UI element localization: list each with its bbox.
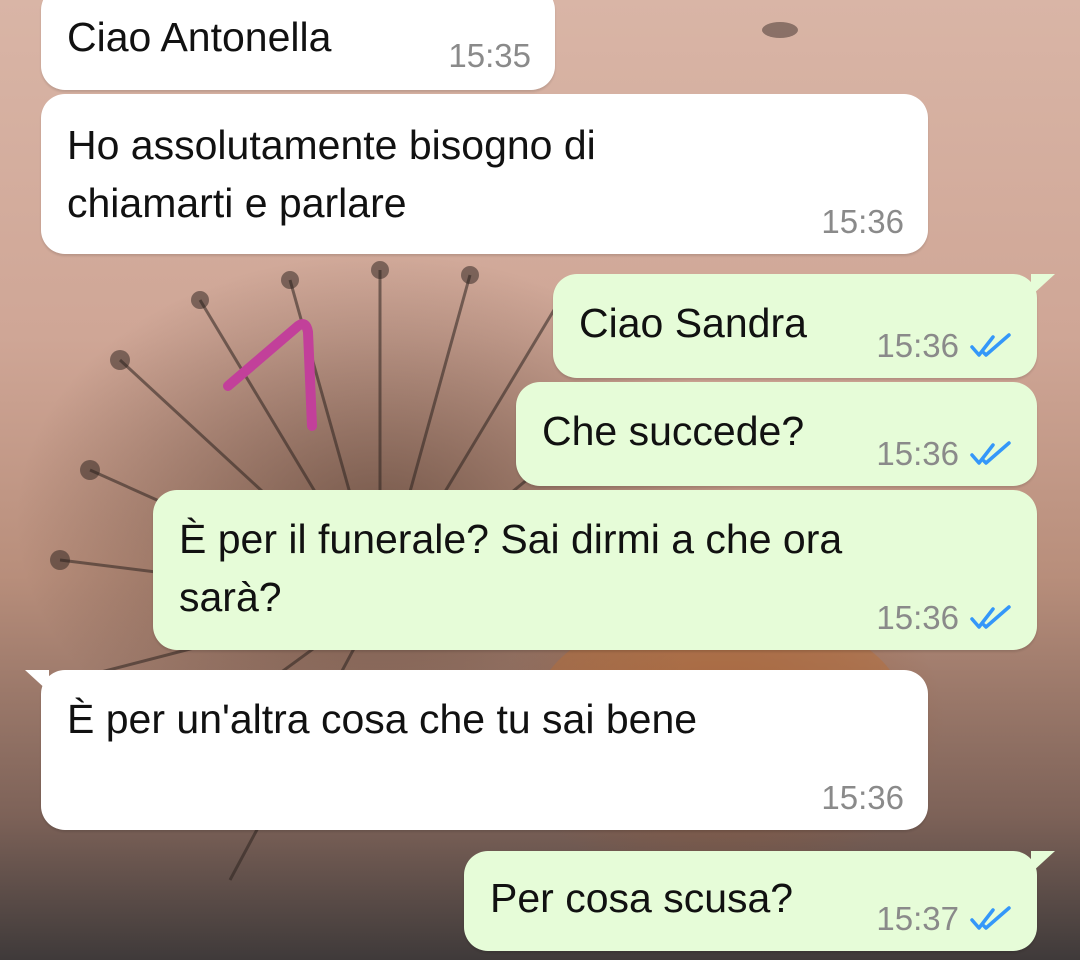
message-bubble-outgoing[interactable]: Che succede? 15:36 — [516, 382, 1037, 486]
double-check-icon — [970, 333, 1011, 357]
double-check-icon — [970, 441, 1011, 465]
message-timestamp: 15:36 — [876, 599, 959, 636]
message-bubble-incoming[interactable]: È per un'altra cosa che tu sai bene 15:3… — [25, 670, 928, 830]
message-bubble-outgoing[interactable]: È per il funerale? Sai dirmi a che ora s… — [153, 490, 1037, 650]
message-meta: 15:36 — [876, 328, 1013, 364]
message-text: È per un'altra cosa che tu sai bene — [67, 696, 698, 742]
message-timestamp: 15:36 — [876, 435, 959, 472]
message-text: È per il funerale? Sai dirmi a che ora s… — [179, 516, 843, 620]
message-timestamp: 15:36 — [821, 203, 904, 240]
message-meta: 15:36 — [876, 436, 1013, 472]
message-text: Ciao Sandra — [579, 300, 807, 346]
message-meta: 15:36 — [821, 780, 904, 816]
message-timestamp: 15:35 — [448, 37, 531, 74]
message-text: Per cosa scusa? — [490, 875, 794, 921]
message-bubble-incoming[interactable]: Ciao Antonella 15:35 — [41, 0, 555, 90]
double-check-icon — [970, 605, 1011, 629]
message-bubble-outgoing[interactable]: Per cosa scusa? 15:37 — [464, 851, 1055, 951]
message-timestamp: 15:36 — [821, 779, 904, 816]
double-check-icon — [970, 906, 1011, 930]
message-bubble-outgoing[interactable]: Ciao Sandra 15:36 — [553, 274, 1055, 378]
message-timestamp: 15:36 — [876, 327, 959, 364]
message-text: Ciao Antonella — [67, 14, 332, 60]
message-meta: 15:36 — [821, 204, 904, 240]
message-timestamp: 15:37 — [876, 900, 959, 937]
message-text: Ho assolutamente bisogno di chiamarti e … — [67, 122, 596, 226]
message-text: Che succede? — [542, 408, 805, 454]
message-meta: 15:35 — [448, 38, 531, 74]
hand-drawn-arrow-icon — [223, 319, 317, 431]
message-meta: 15:36 — [876, 600, 1013, 636]
message-meta: 15:37 — [876, 901, 1013, 937]
message-bubble-incoming[interactable]: Ho assolutamente bisogno di chiamarti e … — [41, 94, 928, 254]
